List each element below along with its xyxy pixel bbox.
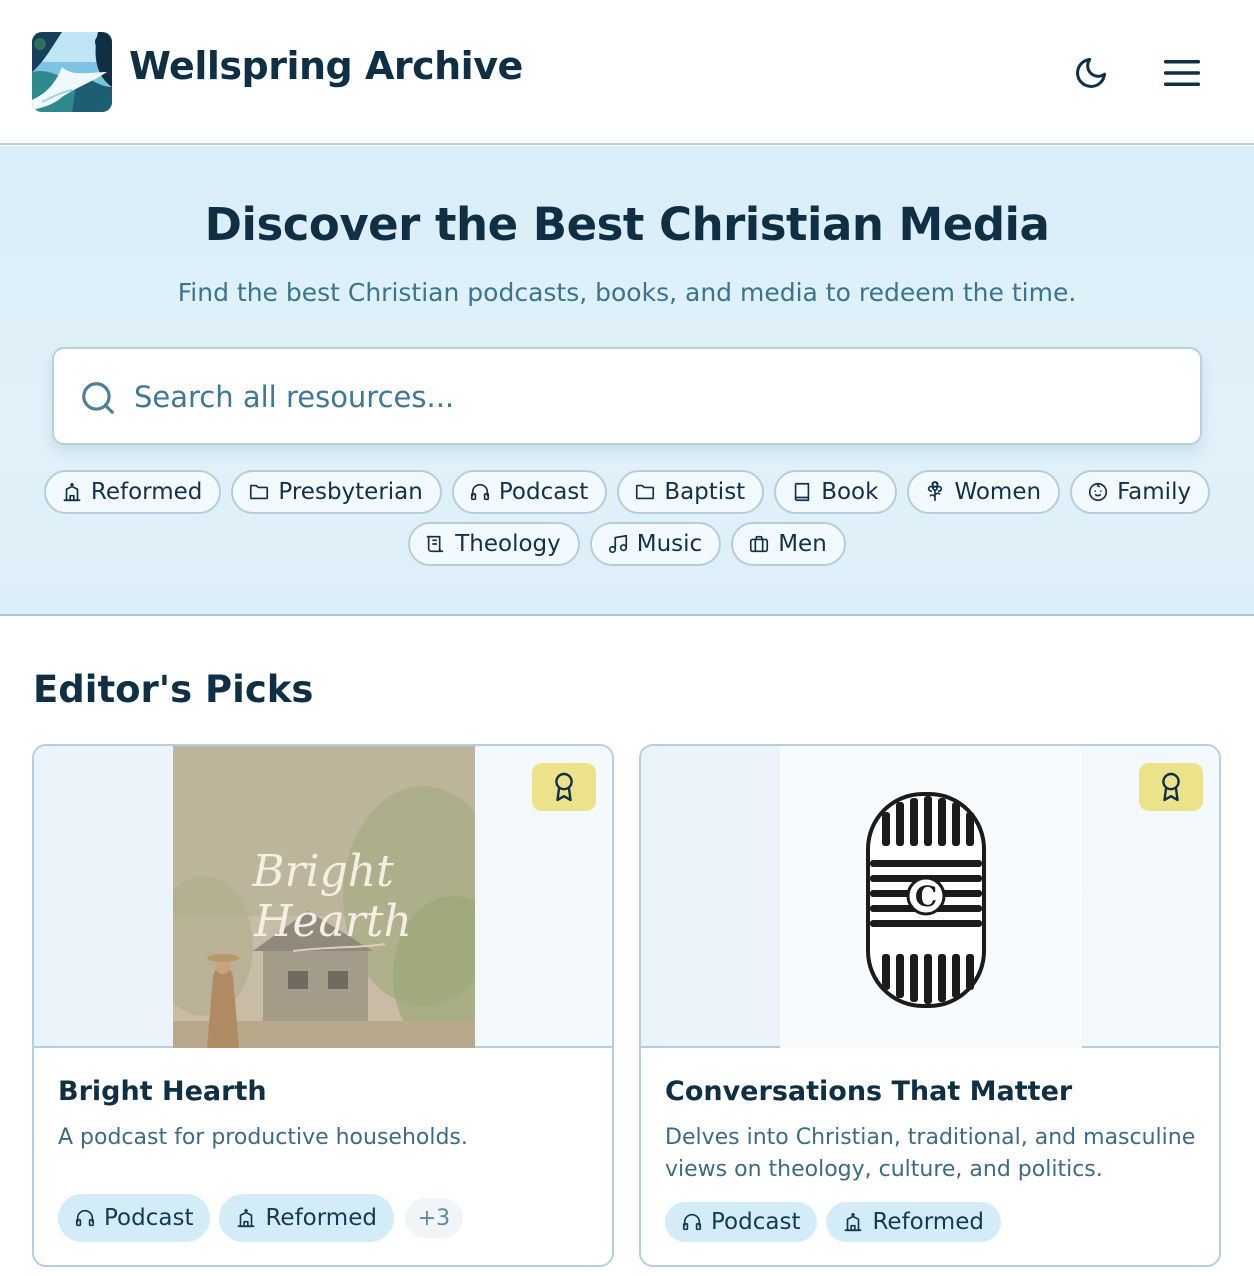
card-tags: Podcast Reformed xyxy=(665,1202,1001,1242)
search-input[interactable] xyxy=(134,369,1174,425)
microphone-cover-art: C xyxy=(780,746,1082,1048)
headphones-icon xyxy=(470,483,489,501)
cover-image: C xyxy=(780,746,1082,1048)
hero-subtitle: Find the best Christian podcasts, books,… xyxy=(177,278,1077,307)
card-tags: Podcast Reformed +3 xyxy=(58,1194,463,1242)
chip-label: Men xyxy=(778,531,827,557)
waterfall-landscape-logo xyxy=(32,32,112,112)
award-ribbon-icon xyxy=(555,772,573,802)
chip-baptist[interactable]: Baptist xyxy=(617,470,765,514)
award-ribbon-icon xyxy=(1162,772,1180,802)
tag-label: Reformed xyxy=(265,1205,377,1231)
chip-reformed[interactable]: Reformed xyxy=(43,470,222,514)
category-chips-row-2: Theology Music Men xyxy=(0,522,1254,566)
mic-monogram: C xyxy=(915,880,937,913)
pick-card-conversations-that-matter[interactable]: C Conversations That Matter Delves into … xyxy=(639,744,1221,1267)
tag-podcast[interactable]: Podcast xyxy=(665,1202,818,1242)
tag-podcast[interactable]: Podcast xyxy=(58,1194,211,1242)
theme-toggle-button[interactable] xyxy=(1066,48,1116,98)
card-title: Conversations That Matter xyxy=(665,1076,1073,1107)
card-media: C xyxy=(641,746,1219,1048)
hamburger-menu-icon xyxy=(1164,60,1200,86)
briefcase-icon xyxy=(750,535,769,553)
baby-icon xyxy=(1088,482,1108,502)
search-icon xyxy=(82,382,114,414)
tag-label: Podcast xyxy=(711,1209,801,1235)
chip-label: Women xyxy=(954,479,1042,505)
music-note-icon xyxy=(608,534,627,554)
tag-reformed[interactable]: Reformed xyxy=(826,1202,1001,1242)
church-icon xyxy=(63,482,81,502)
editors-pick-badge xyxy=(1139,763,1203,811)
chip-men[interactable]: Men xyxy=(731,522,846,566)
hero-section: Discover the Best Christian Media Find t… xyxy=(0,146,1254,616)
church-icon xyxy=(238,1208,255,1228)
cover-title-line2: Hearth xyxy=(253,896,412,947)
chip-label: Book xyxy=(821,479,879,505)
hero-title: Discover the Best Christian Media xyxy=(204,198,1050,251)
card-title: Bright Hearth xyxy=(58,1076,267,1107)
moon-icon xyxy=(1076,58,1106,88)
chip-book[interactable]: Book xyxy=(774,470,898,514)
chip-label: Presbyterian xyxy=(278,479,423,505)
card-description: A podcast for productive households. xyxy=(58,1125,468,1150)
editors-pick-badge xyxy=(532,763,596,811)
chip-family[interactable]: Family xyxy=(1070,470,1211,514)
chip-theology[interactable]: Theology xyxy=(408,522,580,566)
folder-icon xyxy=(636,484,655,500)
chip-women[interactable]: Women xyxy=(907,470,1061,514)
cover-image: Bright Hearth xyxy=(173,746,475,1048)
site-logo[interactable] xyxy=(32,32,112,112)
chip-label: Baptist xyxy=(664,479,746,505)
menu-button[interactable] xyxy=(1156,48,1208,98)
chip-label: Music xyxy=(636,531,703,557)
cover-title-line1: Bright xyxy=(251,846,394,897)
category-chips-row-1: Reformed Presbyterian Podcast Baptist Bo… xyxy=(0,470,1254,514)
search-box[interactable] xyxy=(52,347,1202,445)
editors-picks-heading: Editor's Picks xyxy=(33,668,314,711)
book-icon xyxy=(794,482,810,502)
folder-icon xyxy=(250,484,269,500)
tag-label: Podcast xyxy=(104,1205,194,1231)
more-tags-count[interactable]: +3 xyxy=(404,1198,463,1238)
chip-label: Theology xyxy=(455,531,561,557)
flower-icon xyxy=(928,481,943,502)
chip-label: Family xyxy=(1117,479,1192,505)
chip-presbyterian[interactable]: Presbyterian xyxy=(231,470,442,514)
chip-label: Podcast xyxy=(498,479,589,505)
scroll-icon xyxy=(427,535,444,553)
tag-reformed[interactable]: Reformed xyxy=(219,1194,394,1242)
tag-label: Reformed xyxy=(872,1209,984,1235)
chip-podcast[interactable]: Podcast xyxy=(451,470,608,514)
pick-card-bright-hearth[interactable]: Bright Hearth Bright Hearth A podcast fo… xyxy=(32,744,614,1267)
chip-music[interactable]: Music xyxy=(589,522,722,566)
headphones-icon xyxy=(75,1209,95,1227)
church-icon xyxy=(845,1212,862,1232)
chip-label: Reformed xyxy=(90,479,203,505)
card-media: Bright Hearth xyxy=(34,746,612,1048)
card-description: Delves into Christian, traditional, and … xyxy=(665,1125,1196,1182)
site-brand[interactable]: Wellspring Archive xyxy=(129,44,523,88)
site-header: Wellspring Archive xyxy=(0,0,1254,145)
bright-hearth-cover-art: Bright Hearth xyxy=(173,746,475,1048)
headphones-icon xyxy=(682,1213,702,1231)
